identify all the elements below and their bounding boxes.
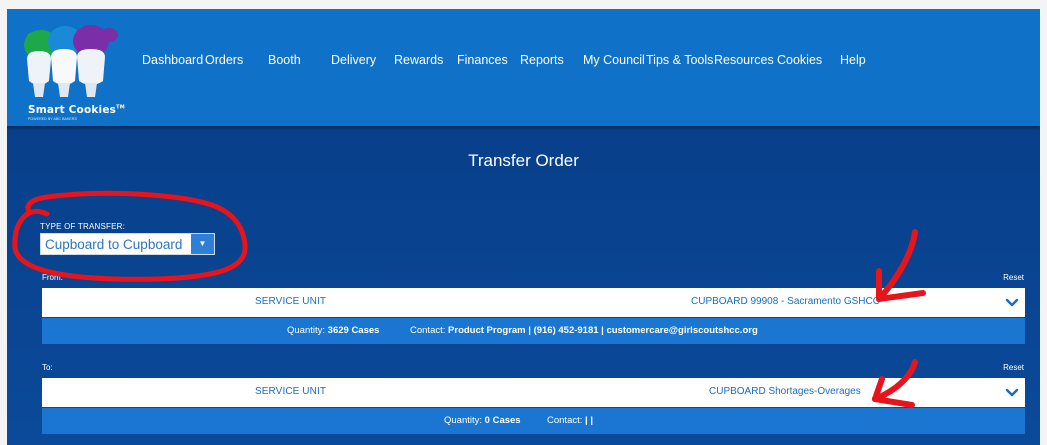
chevron-down-icon [1005,388,1019,397]
to-cupboard-value: CUPBOARD Shortages-Overages [709,386,861,397]
nav-booth[interactable]: Booth [268,53,301,67]
main-content: Transfer Order TYPE OF TRANSFER: Cupboar… [7,126,1040,445]
app-window: Smart CookiesTM POWERED BY ABC BAKERS Da… [7,9,1040,445]
from-reset-link[interactable]: Reset [1003,273,1024,282]
nav-reports[interactable]: Reports [520,53,564,67]
transfer-type-select[interactable]: Cupboard to Cupboard ▼ [40,233,215,255]
from-cupboard-value: CUPBOARD 99908 - Sacramento GSHCC [691,296,880,307]
nav-finances[interactable]: Finances [457,53,508,67]
to-contact: Contact: | | [547,415,593,426]
nav-delivery[interactable]: Delivery [331,53,376,67]
nav-orders[interactable]: Orders [205,53,243,67]
smart-cookies-logo[interactable]: Smart CookiesTM POWERED BY ABC BAKERS [19,23,131,121]
to-quantity: Quantity: 0 Cases [444,415,521,426]
nav-my-council[interactable]: My Council [583,53,645,67]
dropdown-arrow-icon: ▼ [191,234,214,254]
transfer-type-value: Cupboard to Cupboard [45,237,183,252]
logo-subtitle: POWERED BY ABC BAKERS [28,117,77,121]
from-quantity: Quantity: 3629 Cases [287,325,380,336]
nav-rewards[interactable]: Rewards [394,53,443,67]
chevron-down-icon [1005,298,1019,307]
logo-text: Smart CookiesTM [28,104,125,116]
nav-cookies[interactable]: Cookies [777,53,822,67]
from-label: From: [42,273,63,282]
to-cupboard-select[interactable]: SERVICE UNIT CUPBOARD Shortages-Overages [42,378,1025,407]
page-title: Transfer Order [468,151,579,170]
from-service-unit: SERVICE UNIT [255,296,327,307]
top-header: Smart CookiesTM POWERED BY ABC BAKERS Da… [7,9,1040,126]
nav-tips-tools[interactable]: Tips & Tools [646,53,713,67]
transfer-type-label: TYPE OF TRANSFER: [40,222,126,231]
to-service-unit: SERVICE UNIT [255,386,327,397]
to-info-bar: Quantity: 0 Cases Contact: | | [42,408,1025,434]
from-info-bar: Quantity: 3629 Cases Contact: Product Pr… [42,318,1025,344]
nav-dashboard[interactable]: Dashboard [142,53,203,67]
from-contact: Contact: Product Program | (916) 452-918… [410,325,758,336]
from-cupboard-select[interactable]: SERVICE UNIT CUPBOARD 99908 - Sacramento… [42,288,1025,317]
nav-help[interactable]: Help [840,53,866,67]
nav-resources[interactable]: Resources [714,53,774,67]
to-reset-link[interactable]: Reset [1003,363,1024,372]
to-label: To: [42,363,53,372]
